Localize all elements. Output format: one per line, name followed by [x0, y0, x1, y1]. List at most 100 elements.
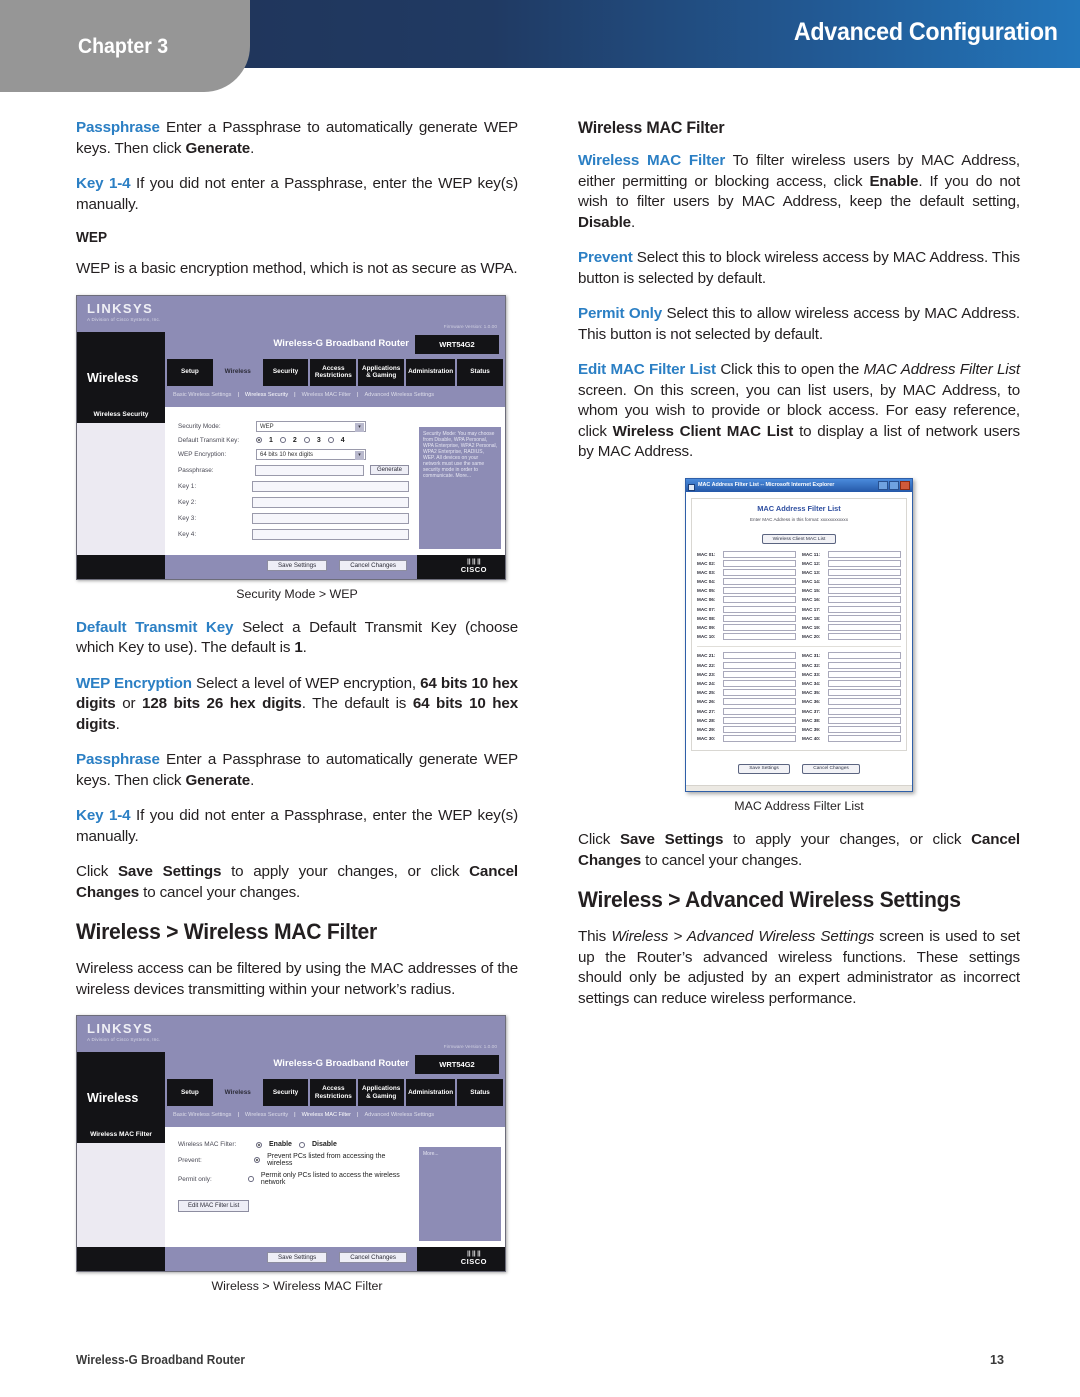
mac-input[interactable] [723, 568, 796, 576]
mac-input[interactable] [723, 624, 796, 631]
input-key-3[interactable] [252, 512, 409, 524]
mac-input[interactable] [828, 716, 901, 724]
mac-input[interactable] [723, 679, 796, 687]
mac-input[interactable] [828, 735, 901, 743]
router-tab-administration[interactable]: Administration [406, 1079, 456, 1106]
mac-input[interactable] [723, 596, 796, 604]
radio-group-permit-only[interactable]: Permit only PCs listed to access the wir… [248, 1172, 409, 1186]
mac-input[interactable] [723, 670, 796, 678]
router-tab-access-restrictions[interactable]: Access Restrictions [310, 358, 357, 386]
field-key-3[interactable]: Key 3: [178, 512, 409, 524]
input-key-1[interactable] [252, 480, 409, 492]
field-default-transmit-key[interactable]: Default Transmit Key: 1 2 3 4 [178, 437, 409, 444]
mac-input[interactable] [828, 578, 901, 586]
mac-input[interactable] [828, 550, 901, 558]
dialog-save-settings-button[interactable]: Save Settings [738, 763, 790, 774]
mac-input[interactable] [828, 689, 901, 697]
field-prevent[interactable]: Prevent: Prevent PCs listed from accessi… [178, 1153, 409, 1167]
mac-input[interactable] [828, 605, 901, 613]
edit-mac-filter-list-button[interactable]: Edit MAC Filter List [178, 1200, 250, 1212]
router-tab-security[interactable]: Security [262, 1079, 309, 1106]
router-subtab-bar-2[interactable]: Basic Wireless Settings | Wireless Securi… [167, 1107, 505, 1123]
mac-input[interactable] [723, 661, 796, 669]
radio-enable[interactable] [256, 1141, 262, 1148]
router-tab-wireless[interactable]: Wireless [214, 358, 261, 386]
select-security-mode[interactable]: WEP ▾ [256, 420, 366, 432]
save-settings-button[interactable]: Save Settings [267, 1252, 328, 1263]
cancel-changes-button[interactable]: Cancel Changes [339, 559, 407, 571]
router-subtab-advanced-wireless-settings[interactable]: Advanced Wireless Settings [358, 392, 440, 398]
radio-transmit-key-2[interactable] [279, 437, 286, 443]
mac-input[interactable] [828, 698, 901, 706]
radio-transmit-key-4[interactable] [327, 437, 334, 443]
radio-group-prevent[interactable]: Prevent PCs listed from accessing the wi… [254, 1153, 409, 1167]
mac-input[interactable] [828, 670, 901, 678]
field-key-4[interactable]: Key 4: [178, 528, 409, 540]
dialog-cancel-changes-button[interactable]: Cancel Changes [802, 763, 860, 774]
router-footer-buttons[interactable]: Save Settings Cancel Changes [267, 559, 407, 571]
router-tab-status[interactable]: Status [457, 358, 503, 386]
router-tab-applications-gaming[interactable]: Applications & Gaming [358, 358, 405, 386]
mac-input[interactable] [723, 735, 796, 743]
field-key-2[interactable]: Key 2: [178, 496, 409, 508]
mac-input[interactable] [723, 725, 796, 733]
router-tab-setup[interactable]: Setup [167, 1079, 213, 1106]
field-permit-only[interactable]: Permit only: Permit only PCs listed to a… [178, 1172, 409, 1186]
input-key-4[interactable] [252, 528, 409, 540]
mac-input[interactable] [723, 587, 796, 595]
router-subtab-wireless-security[interactable]: Wireless Security [239, 392, 294, 398]
mac-input[interactable] [828, 661, 901, 669]
edit-mac-filter-list-row[interactable]: Edit MAC Filter List [178, 1200, 409, 1212]
mac-input[interactable] [723, 578, 796, 586]
cancel-changes-button[interactable]: Cancel Changes [339, 1252, 407, 1263]
mac-input[interactable] [723, 614, 796, 622]
select-wep-encryption[interactable]: 64 bits 10 hex digits ▾ [256, 448, 366, 460]
input-key-2[interactable] [252, 496, 409, 508]
mac-input[interactable] [723, 550, 796, 558]
mac-input[interactable] [723, 716, 796, 724]
radio-group-transmit-key[interactable]: 1 2 3 4 [256, 437, 345, 444]
wireless-client-mac-list-button[interactable]: Wireless Client MAC List [761, 534, 837, 544]
minimize-icon[interactable] [878, 480, 888, 490]
field-security-mode[interactable]: Security Mode: WEP ▾ [178, 420, 409, 432]
router-tab-status[interactable]: Status [457, 1079, 503, 1106]
mac-input[interactable] [828, 725, 901, 733]
close-icon[interactable] [900, 480, 910, 490]
radio-transmit-key-1[interactable] [256, 437, 262, 443]
mac-input[interactable] [723, 633, 796, 641]
generate-button[interactable]: Generate [369, 465, 409, 475]
router-subtab-basic-wireless-settings[interactable]: Basic Wireless Settings [167, 392, 237, 398]
field-wep-encryption[interactable]: WEP Encryption: 64 bits 10 hex digits ▾ [178, 448, 409, 460]
router-subtab-wireless-mac-filter[interactable]: Wireless MAC Filter [296, 1112, 357, 1118]
mac-input[interactable] [723, 698, 796, 706]
dialog-footer-buttons[interactable]: Save Settings Cancel Changes [691, 751, 907, 781]
router-footer-buttons-2[interactable]: Save Settings Cancel Changes [267, 1252, 407, 1263]
router-subtab-bar[interactable]: Basic Wireless Settings | Wireless Securi… [167, 387, 505, 403]
field-key-1[interactable]: Key 1: [178, 480, 409, 492]
mac-input[interactable] [828, 596, 901, 604]
mac-input[interactable] [723, 689, 796, 697]
mac-input[interactable] [828, 679, 901, 687]
router-tab-wireless[interactable]: Wireless [214, 1079, 261, 1106]
maximize-icon[interactable] [889, 480, 899, 490]
chevron-down-icon[interactable]: ▾ [355, 422, 364, 432]
router-tab-security[interactable]: Security [262, 358, 309, 386]
save-settings-button[interactable]: Save Settings [267, 559, 328, 571]
mac-input[interactable] [828, 587, 901, 595]
chevron-down-icon[interactable]: ▾ [355, 450, 364, 460]
field-wireless-mac-filter[interactable]: Wireless MAC Filter: Enable Disable [178, 1141, 409, 1148]
mac-input[interactable] [828, 624, 901, 631]
radio-disable[interactable] [298, 1141, 305, 1148]
field-passphrase[interactable]: Passphrase: Generate [178, 464, 409, 476]
mac-input[interactable] [723, 559, 796, 567]
mac-input[interactable] [828, 707, 901, 715]
router-subtab-wireless-mac-filter[interactable]: Wireless MAC Filter [296, 392, 357, 398]
mac-input[interactable] [828, 559, 901, 567]
mac-input[interactable] [828, 652, 901, 660]
router-subtab-basic-wireless-settings[interactable]: Basic Wireless Settings [167, 1112, 237, 1118]
window-controls[interactable] [878, 480, 910, 490]
router-tab-access-restrictions[interactable]: Access Restrictions [310, 1079, 357, 1106]
mac-input[interactable] [828, 568, 901, 576]
mac-input[interactable] [723, 605, 796, 613]
router-tab-setup[interactable]: Setup [167, 358, 213, 386]
